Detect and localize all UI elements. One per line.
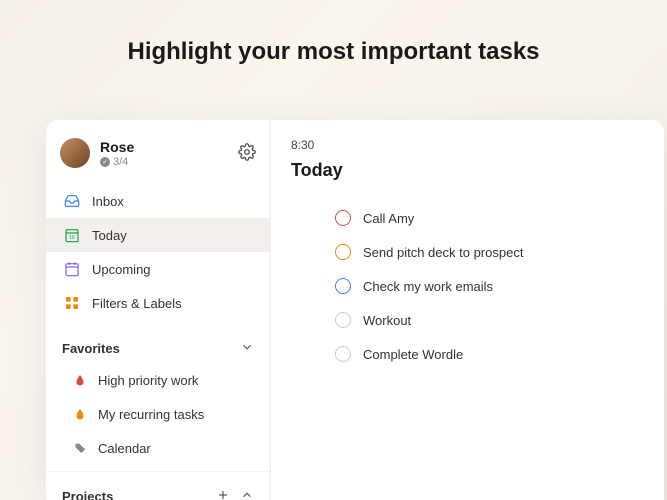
- inbox-icon: [64, 193, 80, 209]
- drop-icon: [74, 406, 86, 422]
- profile-meta: Rose ✓ 3/4: [100, 139, 238, 168]
- task-label: Workout: [363, 313, 411, 328]
- drop-icon: [74, 372, 86, 388]
- nav-label: Filters & Labels: [92, 296, 182, 311]
- task-checkbox[interactable]: [335, 312, 351, 328]
- check-icon: ✓: [100, 157, 110, 167]
- projects-actions: [216, 488, 254, 500]
- profile-name: Rose: [100, 139, 238, 155]
- settings-button[interactable]: [238, 143, 256, 164]
- task-item[interactable]: Call Amy: [335, 201, 652, 235]
- task-item[interactable]: Complete Wordle: [335, 337, 652, 371]
- time-label: 8:30: [291, 138, 652, 152]
- chevron-down-icon: [240, 340, 254, 357]
- projects-header[interactable]: Projects: [46, 471, 270, 500]
- projects-label: Projects: [62, 489, 113, 500]
- profile-stats: ✓ 3/4: [100, 156, 238, 168]
- task-label: Send pitch deck to prospect: [363, 245, 523, 260]
- favorites-header[interactable]: Favorites: [46, 326, 270, 363]
- nav-label: Upcoming: [92, 262, 151, 277]
- sidebar: Rose ✓ 3/4 Inbox 16 Today: [46, 120, 271, 500]
- task-label: Complete Wordle: [363, 347, 463, 362]
- task-label: Call Amy: [363, 211, 414, 226]
- avatar[interactable]: [60, 138, 90, 168]
- profile-stats-text: 3/4: [113, 156, 128, 168]
- calendar-upcoming-icon: [64, 261, 80, 277]
- grid-icon: [64, 295, 80, 311]
- favorite-item-high-priority[interactable]: High priority work: [46, 363, 270, 397]
- task-item[interactable]: Check my work emails: [335, 269, 652, 303]
- task-item[interactable]: Workout: [335, 303, 652, 337]
- calendar-today-icon: 16: [64, 227, 80, 243]
- nav-list: Inbox 16 Today Upcoming Filters & Labels: [46, 178, 270, 326]
- task-checkbox[interactable]: [335, 346, 351, 362]
- task-list: Call Amy Send pitch deck to prospect Che…: [291, 201, 652, 371]
- nav-label: Today: [92, 228, 127, 243]
- main-content: 8:30 Today Call Amy Send pitch deck to p…: [271, 120, 664, 500]
- profile-row: Rose ✓ 3/4: [46, 120, 270, 178]
- favorite-item-recurring[interactable]: My recurring tasks: [46, 397, 270, 431]
- favorite-label: My recurring tasks: [98, 407, 204, 422]
- task-checkbox[interactable]: [335, 210, 351, 226]
- hero-title: Highlight your most important tasks: [0, 0, 667, 66]
- add-project-button[interactable]: [216, 488, 230, 500]
- favorite-item-calendar[interactable]: Calendar: [46, 431, 270, 465]
- sidebar-item-inbox[interactable]: Inbox: [46, 184, 270, 218]
- svg-text:16: 16: [69, 235, 75, 241]
- sidebar-item-upcoming[interactable]: Upcoming: [46, 252, 270, 286]
- tag-icon: [74, 440, 86, 456]
- page-title: Today: [291, 160, 652, 181]
- favorites-label: Favorites: [62, 341, 120, 356]
- nav-label: Inbox: [92, 194, 124, 209]
- task-checkbox[interactable]: [335, 244, 351, 260]
- sidebar-item-today[interactable]: 16 Today: [46, 218, 270, 252]
- plus-icon: [216, 488, 230, 500]
- gear-icon: [238, 143, 256, 161]
- task-item[interactable]: Send pitch deck to prospect: [335, 235, 652, 269]
- chevron-up-icon: [240, 488, 254, 500]
- task-label: Check my work emails: [363, 279, 493, 294]
- favorite-label: High priority work: [98, 373, 198, 388]
- sidebar-item-filters[interactable]: Filters & Labels: [46, 286, 270, 320]
- task-checkbox[interactable]: [335, 278, 351, 294]
- app-window: Rose ✓ 3/4 Inbox 16 Today: [46, 120, 664, 500]
- favorite-label: Calendar: [98, 441, 151, 456]
- collapse-projects-button[interactable]: [240, 488, 254, 500]
